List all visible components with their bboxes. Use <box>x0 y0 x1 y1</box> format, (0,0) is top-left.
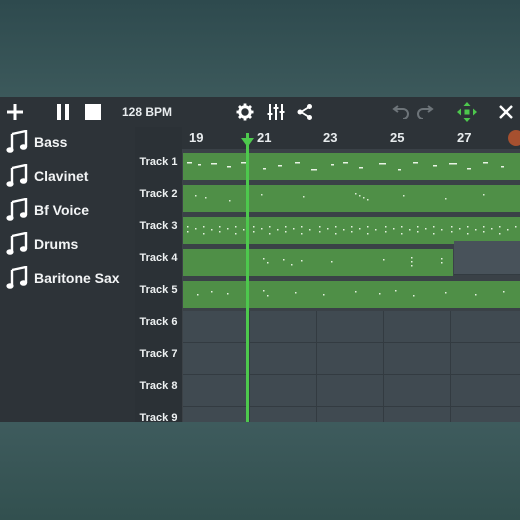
plus-icon[interactable] <box>4 97 26 127</box>
empty-cell[interactable] <box>317 311 384 343</box>
note-pattern <box>187 226 517 235</box>
empty-cell[interactable] <box>183 311 250 343</box>
ruler-number: 21 <box>257 130 272 145</box>
instrument-label: Bass <box>34 134 68 150</box>
close-icon[interactable] <box>495 97 517 127</box>
audio-clip[interactable] <box>183 217 520 244</box>
track-label[interactable]: Track 1 <box>135 156 182 168</box>
share-icon[interactable] <box>294 97 316 127</box>
music-note-icon <box>6 164 28 187</box>
empty-cell[interactable] <box>317 407 384 422</box>
playhead-line[interactable] <box>246 133 249 422</box>
empty-cell[interactable] <box>451 375 520 407</box>
track-lane <box>183 215 520 244</box>
note-pattern <box>187 162 504 171</box>
audio-clip[interactable] <box>183 249 453 276</box>
empty-cell[interactable] <box>384 407 451 422</box>
bpm-display[interactable]: 128 BPM <box>122 97 172 127</box>
track-label[interactable]: Track 8 <box>135 380 182 392</box>
empty-cell[interactable] <box>183 407 250 422</box>
ruler-number: 19 <box>189 130 204 145</box>
music-note-icon <box>6 198 28 221</box>
empty-cell[interactable] <box>183 375 250 407</box>
redo-icon[interactable] <box>414 97 438 127</box>
gear-icon[interactable] <box>234 97 256 127</box>
track-label[interactable]: Track 7 <box>135 348 182 360</box>
instrument-item[interactable]: Bf Voice <box>6 197 89 223</box>
empty-cell[interactable] <box>250 375 317 407</box>
audio-clip[interactable] <box>183 153 520 180</box>
ruler-number: 25 <box>390 130 405 145</box>
track-labels: Track 1 Track 2 Track 3 Track 4 Track 5 … <box>135 127 182 422</box>
stop-icon[interactable] <box>82 97 104 127</box>
ruler-number: 23 <box>323 130 338 145</box>
track-label[interactable]: Track 2 <box>135 188 182 200</box>
note-pattern <box>197 290 505 297</box>
mixer-icon[interactable] <box>265 97 287 127</box>
note-pattern <box>195 193 485 202</box>
timeline-ruler[interactable]: 19 21 23 25 27 <box>182 127 520 149</box>
track-label[interactable]: Track 3 <box>135 220 182 232</box>
track-label[interactable]: Track 9 <box>135 412 182 422</box>
track-lane <box>183 183 520 212</box>
ruler-number: 27 <box>457 130 472 145</box>
empty-cell[interactable] <box>384 375 451 407</box>
instrument-label: Clavinet <box>34 168 89 184</box>
instrument-item[interactable]: Drums <box>6 231 78 257</box>
music-note-icon <box>6 232 28 255</box>
empty-cell[interactable] <box>451 407 520 422</box>
track-label[interactable]: Track 5 <box>135 284 182 296</box>
daw-window: 128 BPM Bass Clavinet Bf Voice Drums Bar… <box>0 97 520 422</box>
empty-cell[interactable] <box>317 343 384 375</box>
instrument-label: Baritone Sax <box>34 270 120 286</box>
playhead-marker-icon[interactable] <box>241 138 254 147</box>
track-lane <box>183 241 520 276</box>
empty-cell[interactable] <box>317 375 384 407</box>
instrument-list: Bass Clavinet Bf Voice Drums Baritone Sa… <box>0 127 135 422</box>
empty-cell[interactable] <box>250 407 317 422</box>
audio-clip[interactable] <box>183 185 520 212</box>
audio-clip[interactable] <box>183 281 520 308</box>
empty-cell[interactable] <box>451 343 520 375</box>
empty-cell[interactable] <box>250 311 317 343</box>
instrument-item[interactable]: Baritone Sax <box>6 265 120 291</box>
move-icon[interactable] <box>455 97 479 127</box>
track-lane <box>183 279 520 308</box>
instrument-label: Bf Voice <box>34 202 89 218</box>
instrument-item[interactable]: Clavinet <box>6 163 88 189</box>
music-note-icon <box>6 130 28 153</box>
empty-cell[interactable] <box>183 343 250 375</box>
music-note-icon <box>6 266 28 289</box>
empty-cell[interactable] <box>250 343 317 375</box>
track-label[interactable]: Track 4 <box>135 252 182 264</box>
undo-icon[interactable] <box>388 97 412 127</box>
instrument-label: Drums <box>34 236 79 252</box>
toolbar: 128 BPM <box>0 97 520 127</box>
empty-cell[interactable] <box>384 343 451 375</box>
empty-cell[interactable] <box>454 241 520 275</box>
track-lane <box>183 151 520 180</box>
empty-cell[interactable] <box>451 311 520 343</box>
timeline-marker[interactable] <box>508 130 520 146</box>
instrument-item[interactable]: Bass <box>6 129 67 155</box>
empty-cell[interactable] <box>384 311 451 343</box>
pause-icon[interactable] <box>52 97 74 127</box>
note-pattern <box>263 257 443 267</box>
track-label[interactable]: Track 6 <box>135 316 182 328</box>
arrangement-grid[interactable] <box>183 149 520 422</box>
